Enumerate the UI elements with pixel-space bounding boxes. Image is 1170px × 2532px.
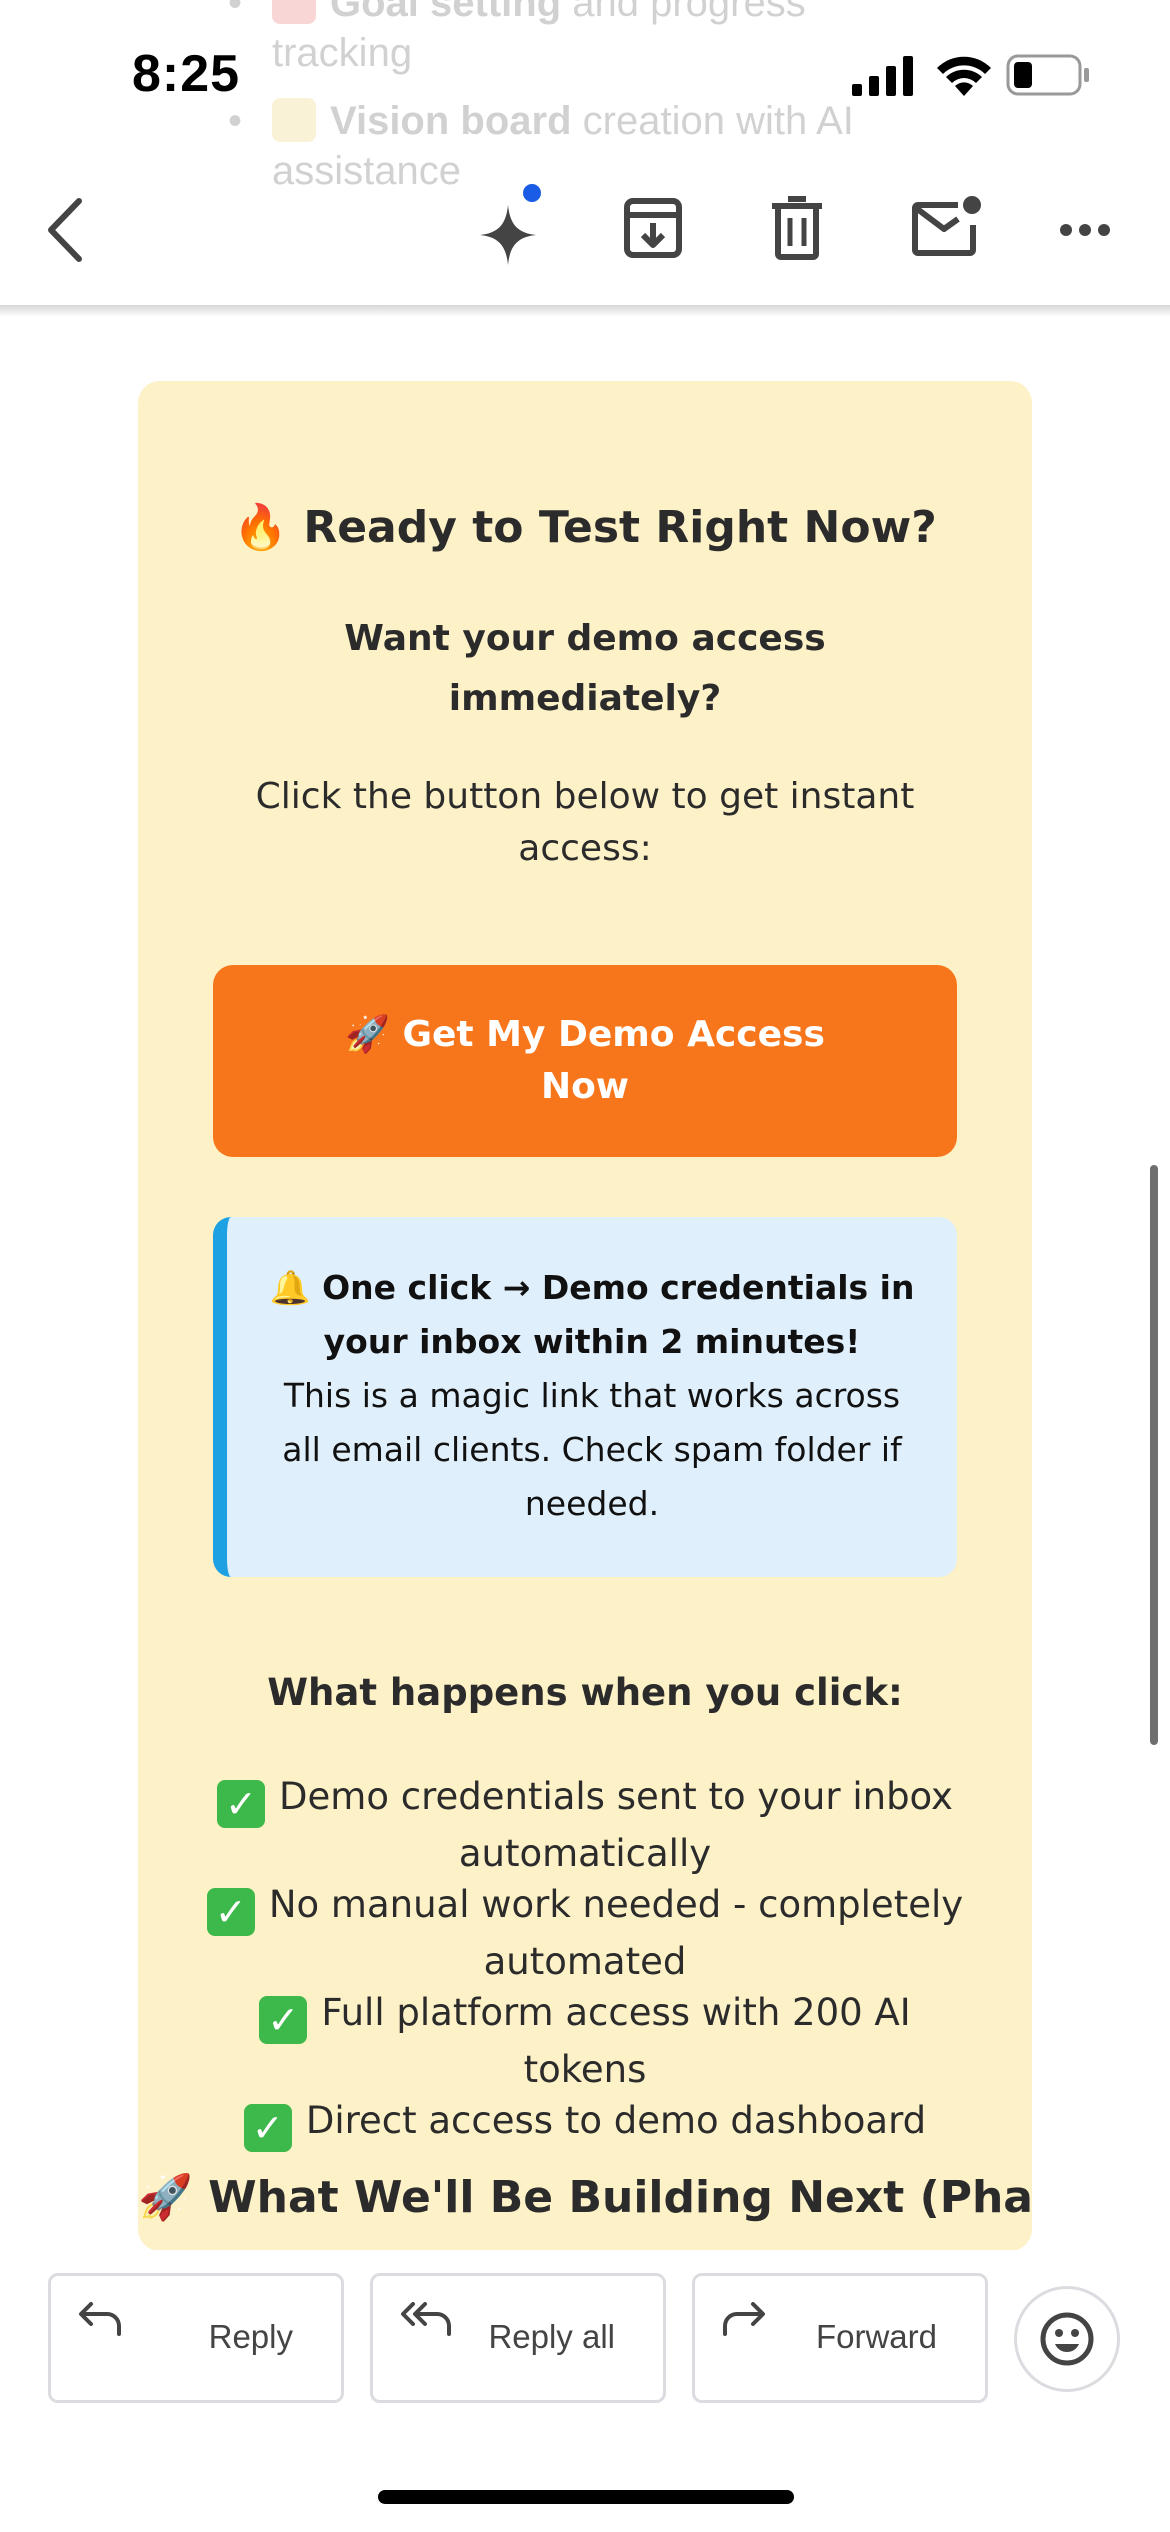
gemini-button[interactable] [470, 170, 550, 280]
scrollbar[interactable] [1150, 1165, 1158, 1745]
more-options-button[interactable] [1050, 200, 1120, 260]
more-horizontal-icon [1060, 224, 1110, 236]
checklist-item: ✓ Full platform access with 200 AI tokens [198, 1987, 972, 2095]
reply-all-icon [401, 2302, 451, 2336]
reply-button[interactable]: Reply [48, 2273, 344, 2403]
archive-button[interactable] [618, 188, 688, 268]
chevron-left-icon [48, 198, 82, 262]
info-note: 🔔 One click → Demo credentials in your i… [213, 1217, 957, 1577]
next-section-heading: 🚀 What We'll Be Building Next (Phase 2) [138, 2172, 1032, 2223]
checklist-item: ✓ No manual work needed - completely auto… [198, 1879, 972, 1987]
check-mark-icon: ✓ [259, 1996, 308, 2044]
emoji-reaction-button[interactable] [1014, 2286, 1120, 2392]
forward-label: Forward [815, 2318, 937, 2355]
target-icon [272, 0, 316, 24]
reply-all-label: Reply all [488, 2318, 615, 2355]
mail-unread-icon [912, 196, 981, 256]
archive-icon [624, 198, 682, 258]
note-headline: 🔔 One click → Demo credentials in your i… [269, 1268, 915, 1361]
status-time: 8:25 [132, 45, 241, 103]
wifi-icon [937, 56, 991, 96]
checklist: ✓ Demo credentials sent to your inbox aut… [138, 1771, 1032, 2152]
note-body: This is a magic link that works across a… [282, 1376, 902, 1523]
toolbar-divider [0, 305, 1170, 317]
email-toolbar [0, 160, 1170, 310]
trash-icon [772, 196, 822, 260]
gemini-sparkle-icon [480, 184, 541, 265]
what-happens-heading: What happens when you click: [267, 1671, 903, 1714]
forward-icon [723, 2302, 765, 2336]
reply-icon [79, 2302, 121, 2336]
check-mark-icon: ✓ [243, 2104, 292, 2152]
cta-label: 🚀 Get My Demo Access Now [345, 1014, 825, 1107]
cellular-signal-icon [852, 56, 913, 96]
reply-label: Reply [208, 2318, 293, 2355]
want-access-text: Want your demo access immediately? [344, 618, 826, 719]
checklist-item: ✓ Direct access to demo dashboard [198, 2095, 972, 2152]
check-mark-icon: ✓ [217, 1780, 266, 1828]
back-button[interactable] [30, 180, 100, 280]
mark-unread-button[interactable] [904, 184, 990, 268]
get-demo-access-button[interactable]: 🚀 Get My Demo Access Now [213, 965, 957, 1157]
forward-button[interactable]: Forward [692, 2273, 988, 2403]
click-instruction-text: Click the button below to get instant ac… [255, 776, 915, 869]
home-indicator [378, 2490, 794, 2504]
email-card: 🔥 Ready to Test Right Now? Want your dem… [138, 381, 1032, 2251]
check-mark-icon: ✓ [206, 1888, 255, 1936]
picture-icon [272, 98, 316, 142]
smiley-icon [1040, 2312, 1094, 2366]
checklist-item: ✓ Demo credentials sent to your inbox aut… [198, 1771, 972, 1879]
ready-heading: 🔥 Ready to Test Right Now? [233, 502, 937, 553]
reply-all-button[interactable]: Reply all [370, 2273, 666, 2403]
battery-icon [1006, 54, 1089, 96]
delete-button[interactable] [762, 186, 832, 270]
